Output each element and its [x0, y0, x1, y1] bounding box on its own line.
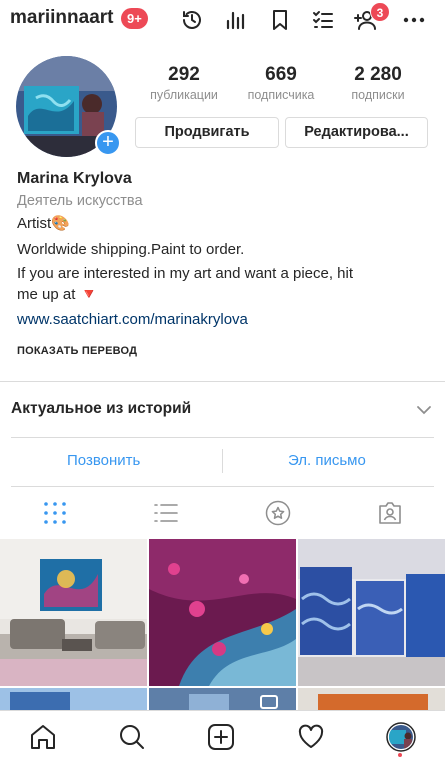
new-post-icon[interactable] [207, 723, 235, 751]
bio-line-1: Artist🎨 [17, 215, 70, 232]
star-icon[interactable] [265, 500, 291, 526]
action-separator [222, 449, 223, 473]
grid-post-3[interactable] [298, 539, 445, 686]
promote-button[interactable]: Продвигать [135, 117, 279, 148]
insights-icon[interactable] [223, 8, 247, 32]
posts-count-label: публикации [150, 88, 218, 102]
posts-count[interactable]: 292 публикации [140, 64, 228, 102]
grid-post-6[interactable] [298, 688, 445, 710]
home-icon[interactable] [29, 723, 57, 751]
posts-count-value: 292 [168, 64, 200, 85]
bottom-navigation [0, 710, 445, 758]
notification-badge[interactable]: 9+ [121, 8, 148, 29]
profile-category: Деятель искусства [17, 193, 143, 209]
bio-line-2: Worldwide shipping.Paint to order. [17, 241, 245, 258]
highlights-divider [11, 437, 434, 438]
top-bar: mariinnaart 9+ 3 [0, 0, 445, 40]
actions-divider [11, 486, 434, 487]
email-button[interactable]: Эл. письмо [288, 452, 366, 469]
bio-line-3: If you are interested in my art and want… [17, 265, 354, 282]
account-username[interactable]: mariinnaart [10, 7, 113, 29]
grid-post-4[interactable] [0, 688, 147, 710]
following-count-value: 2 280 [354, 64, 402, 85]
followers-count[interactable]: 669 подписчика [236, 64, 326, 102]
edit-profile-button[interactable]: Редактирова... [285, 117, 428, 148]
history-icon[interactable] [180, 8, 204, 32]
grid-post-5[interactable] [149, 688, 296, 710]
tagged-icon[interactable] [377, 500, 403, 526]
grid-post-2[interactable] [149, 539, 296, 686]
activity-heart-icon[interactable] [297, 723, 325, 751]
website-link[interactable]: www.saatchiart.com/marinakrylova [17, 311, 248, 328]
more-icon[interactable] [402, 8, 426, 32]
grid-post-1[interactable] [0, 539, 147, 686]
add-story-icon[interactable]: + [95, 130, 121, 156]
search-icon[interactable] [118, 723, 146, 751]
profile-name: Marina Krylova [17, 170, 132, 187]
section-divider [0, 381, 445, 382]
following-count-label: подписки [351, 88, 405, 102]
friend-requests-badge: 3 [370, 2, 390, 22]
show-translation-link[interactable]: ПОКАЗАТЬ ПЕРЕВОД [17, 345, 137, 357]
highlights-title[interactable]: Актуальное из историй [11, 400, 191, 418]
list-icon[interactable] [311, 8, 335, 32]
grid-icon[interactable] [42, 500, 68, 526]
feed-list-icon[interactable] [153, 500, 179, 526]
chevron-down-icon[interactable] [416, 402, 432, 418]
bookmark-icon[interactable] [268, 8, 292, 32]
profile-avatar-nav-icon[interactable] [386, 722, 416, 752]
call-button[interactable]: Позвонить [67, 452, 140, 469]
followers-count-value: 669 [265, 64, 297, 85]
followers-count-label: подписчика [247, 88, 315, 102]
following-count[interactable]: 2 280 подписки [336, 64, 420, 102]
bio-line-4: me up at 🔻 [17, 286, 99, 303]
profile-notification-dot [398, 753, 402, 757]
